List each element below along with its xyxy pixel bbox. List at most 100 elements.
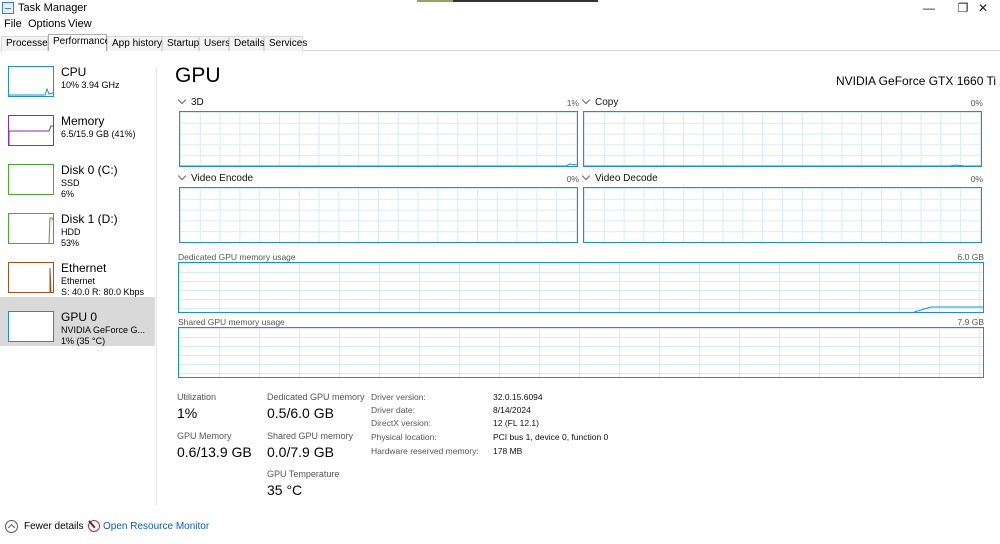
sidebar-item-disk0-title: Disk 0 (C:) <box>61 163 118 177</box>
sidebar-item-memory-title: Memory <box>61 114 105 128</box>
chevron-down-icon <box>581 171 591 181</box>
tab-performance[interactable]: Performance <box>48 34 110 51</box>
menu-file[interactable]: File <box>4 18 22 30</box>
directx-version-value: 12 (FL 12.1) <box>493 418 539 428</box>
dedicated-memory-label: Dedicated GPU memory usage <box>178 252 296 262</box>
gpu-memory-value: 0.6/13.9 GB <box>177 444 252 460</box>
sidebar-item-disk1-type: HDD <box>61 227 81 237</box>
physical-location-value: PCI bus 1, device 0, function 0 <box>493 432 609 442</box>
sidebar-item-ethernet-title: Ethernet <box>61 261 107 275</box>
dedicated-memory-max: 6.0 GB <box>957 252 984 262</box>
sidebar-item-disk1-usage: 53% <box>61 238 80 248</box>
performance-sidebar: CPU 10% 3.94 GHz Memory 6.5/15.9 GB (41%… <box>0 52 156 508</box>
engine-3d-line <box>180 163 577 166</box>
resource-monitor-icon <box>88 520 100 532</box>
engine-video-decode-percent: 0% <box>970 174 983 184</box>
dedicated-gpu-memory-value: 0.5/6.0 GB <box>267 405 334 421</box>
sidebar-item-cpu-title: CPU <box>61 65 87 79</box>
sidebar-item-gpu0-model: NVIDIA GeForce G... <box>61 325 146 335</box>
driver-version-key: Driver version: <box>371 392 426 402</box>
engine-copy-line <box>584 164 981 166</box>
task-manager-icon <box>2 2 14 14</box>
sidebar-item-cpu[interactable]: CPU 10% 3.94 GHz <box>0 52 155 101</box>
tab-services[interactable]: Services <box>264 36 307 51</box>
tab-details[interactable]: Details <box>229 36 265 51</box>
gpu0-thumbnail-graph <box>8 311 54 342</box>
gpu-temperature-value: 35 °C <box>267 482 303 498</box>
engine-video-decode-graph <box>583 187 982 243</box>
hardware-reserved-memory-key: Hardware reserved memory: <box>371 446 479 456</box>
title-accent-strip <box>417 0 598 2</box>
shared-gpu-memory-label: Shared GPU memory <box>267 431 354 441</box>
open-resource-monitor-link[interactable]: Open Resource Monitor <box>103 521 209 532</box>
ethernet-thumbnail-graph <box>8 262 54 293</box>
chevron-down-icon <box>177 171 187 181</box>
memory-sparkline <box>9 125 53 145</box>
close-button[interactable]: ✕ <box>966 0 1000 17</box>
driver-date-key: Driver date: <box>371 405 415 415</box>
sidebar-item-disk0[interactable]: Disk 0 (C:) SSD 6% <box>0 150 155 199</box>
window-title: Task Manager <box>18 2 88 14</box>
tab-startup[interactable]: Startup <box>162 36 199 51</box>
chevron-up-circle-icon[interactable] <box>5 520 18 533</box>
shared-memory-label: Shared GPU memory usage <box>178 317 285 327</box>
sidebar-item-ethernet-throughput: S: 40.0 R: 80.0 Kbps <box>61 287 145 297</box>
engine-3d-graph <box>179 111 578 167</box>
tab-strip: Processes Performance App history Startu… <box>0 34 1000 51</box>
disk0-thumbnail-graph <box>8 164 54 195</box>
fewer-details-button[interactable]: Fewer details <box>24 521 83 532</box>
sidebar-item-memory-detail: 6.5/15.9 GB (41%) <box>61 129 136 139</box>
tab-processes[interactable]: Processes <box>1 36 53 51</box>
title-bar: Task Manager — ❐ ✕ <box>0 0 1000 17</box>
sidebar-item-ethernet-adapter: Ethernet <box>61 276 96 286</box>
shared-gpu-memory-value: 0.0/7.9 GB <box>267 444 334 460</box>
disk1-sparkline <box>48 217 53 243</box>
sidebar-item-gpu0[interactable]: GPU 0 NVIDIA GeForce G... 1% (35 °C) <box>0 297 155 346</box>
disk1-thumbnail-graph <box>8 213 54 244</box>
engine-3d-selector[interactable]: 3D <box>177 95 204 108</box>
sidebar-item-ethernet[interactable]: Ethernet Ethernet S: 40.0 R: 80.0 Kbps <box>0 248 155 297</box>
chevron-down-icon <box>581 95 591 105</box>
shared-memory-max: 7.9 GB <box>957 317 984 327</box>
sidebar-item-disk1[interactable]: Disk 1 (D:) HDD 53% <box>0 199 155 248</box>
physical-location-key: Physical location: <box>371 432 437 442</box>
sidebar-item-cpu-detail: 10% 3.94 GHz <box>61 80 120 90</box>
engine-3d-label: 3D <box>191 97 204 108</box>
engine-copy-label: Copy <box>595 97 619 108</box>
minimize-button[interactable]: — <box>912 0 946 17</box>
gpu-temperature-label: GPU Temperature <box>267 469 340 479</box>
gpu-memory-label: GPU Memory <box>177 431 232 441</box>
dedicated-gpu-memory-label: Dedicated GPU memory <box>267 392 365 402</box>
directx-version-key: DirectX version: <box>371 418 431 428</box>
sidebar-item-memory[interactable]: Memory 6.5/15.9 GB (41%) <box>0 101 155 150</box>
gpu-model-name: NVIDIA GeForce GTX 1660 Ti <box>836 74 997 88</box>
hardware-reserved-memory-value: 178 MB <box>493 446 523 456</box>
sidebar-item-gpu0-title: GPU 0 <box>61 310 98 324</box>
engine-3d-percent: 1% <box>566 98 579 108</box>
utilization-value: 1% <box>177 405 198 421</box>
sidebar-item-disk0-type: SSD <box>61 178 80 188</box>
sidebar-item-disk1-title: Disk 1 (D:) <box>61 212 118 226</box>
sidebar-divider <box>156 67 157 505</box>
engine-copy-graph <box>583 111 982 167</box>
chevron-down-icon <box>177 95 187 105</box>
menu-options[interactable]: Options <box>28 18 66 30</box>
engine-copy-percent: 0% <box>970 98 983 108</box>
tab-users[interactable]: Users <box>199 36 230 51</box>
ethernet-sparkline <box>49 267 52 292</box>
engine-video-encode-percent: 0% <box>566 174 579 184</box>
sidebar-item-disk0-usage: 6% <box>61 189 75 199</box>
engine-video-encode-label: Video Encode <box>191 173 254 184</box>
engine-video-decode-selector[interactable]: Video Decode <box>581 171 658 184</box>
engine-video-encode-graph <box>179 187 578 243</box>
menu-view[interactable]: View <box>68 18 92 30</box>
driver-date-value: 8/14/2024 <box>493 405 531 415</box>
tab-app-history[interactable]: App history <box>107 36 162 51</box>
footer-bar: Fewer details Open Resource Monitor <box>0 512 1000 542</box>
engine-video-encode-selector[interactable]: Video Encode <box>177 171 254 184</box>
memory-thumbnail-graph <box>8 115 54 146</box>
shared-memory-graph <box>178 327 984 378</box>
dedicated-memory-line <box>913 306 983 312</box>
sidebar-item-gpu0-usage: 1% (35 °C) <box>61 336 106 346</box>
engine-copy-selector[interactable]: Copy <box>581 95 619 108</box>
